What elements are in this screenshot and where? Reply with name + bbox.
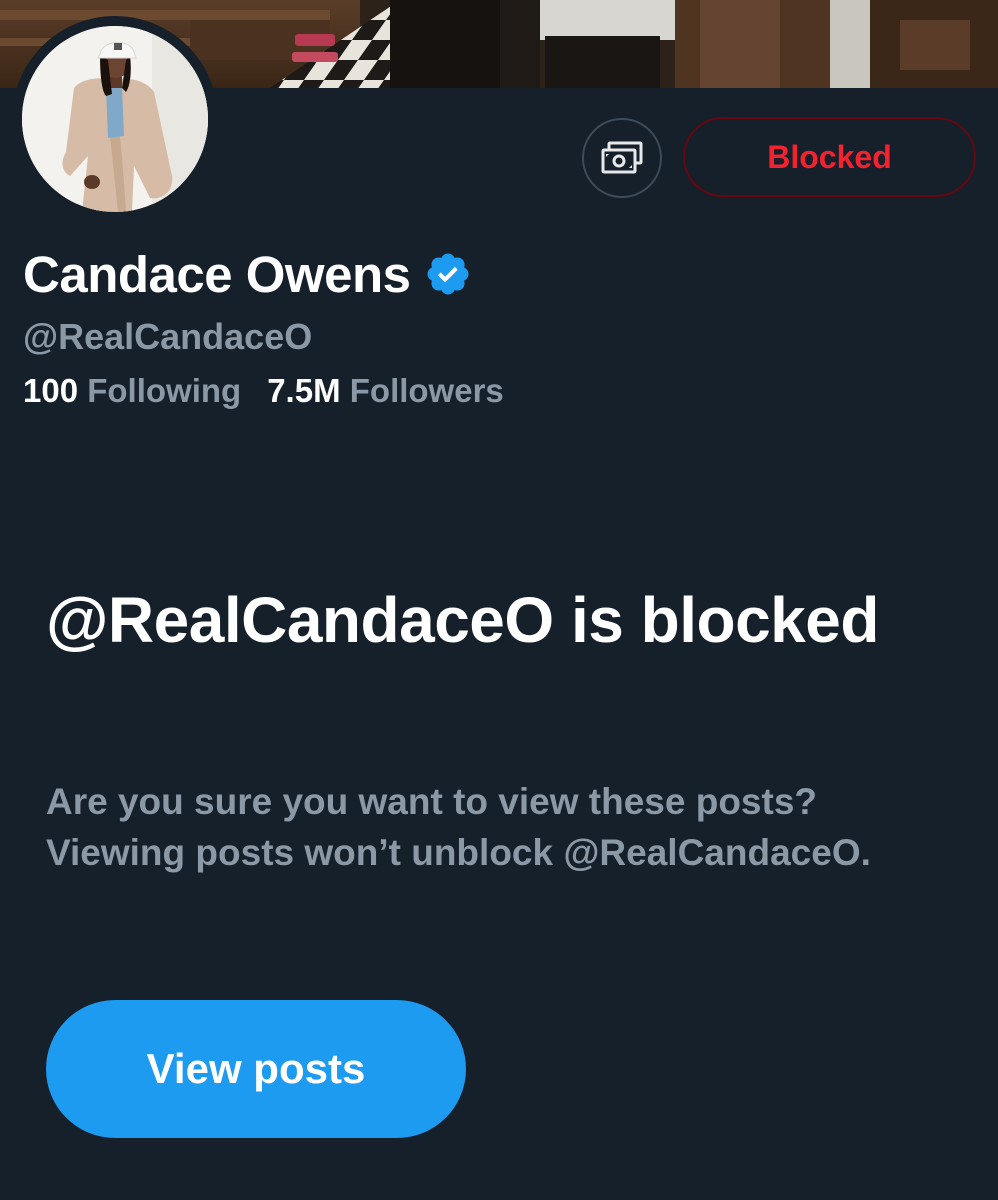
following-label: Following <box>87 372 242 409</box>
verified-badge-icon[interactable] <box>424 250 472 298</box>
following-link[interactable]: 100 Following <box>23 372 241 410</box>
blocked-notice-body: Are you sure you want to view these post… <box>46 781 871 873</box>
profile-handle: @RealCandaceO <box>23 316 313 357</box>
blocked-button[interactable]: Blocked <box>683 117 976 197</box>
view-posts-label: View posts <box>146 1045 366 1092</box>
followers-link[interactable]: 7.5M Followers <box>267 372 504 410</box>
following-count: 100 <box>23 372 88 409</box>
view-posts-button[interactable]: View posts <box>46 1000 466 1138</box>
avatar-photo <box>22 26 208 212</box>
profile-avatar[interactable] <box>12 16 218 222</box>
blocked-button-label: Blocked <box>767 138 892 175</box>
profile-page: Blocked Candace Owens @RealCandaceO 100 … <box>0 0 998 1200</box>
profile-stats: 100 Following 7.5M Followers <box>23 372 504 410</box>
followers-label: Followers <box>349 372 504 409</box>
blocked-notice-title: @RealCandaceO is blocked <box>46 584 879 656</box>
profile-name-row: Candace Owens <box>23 244 472 304</box>
display-name: Candace Owens <box>23 245 411 303</box>
money-icon <box>601 141 643 174</box>
followers-count: 7.5M <box>267 372 350 409</box>
subscribe-button[interactable] <box>582 118 662 198</box>
